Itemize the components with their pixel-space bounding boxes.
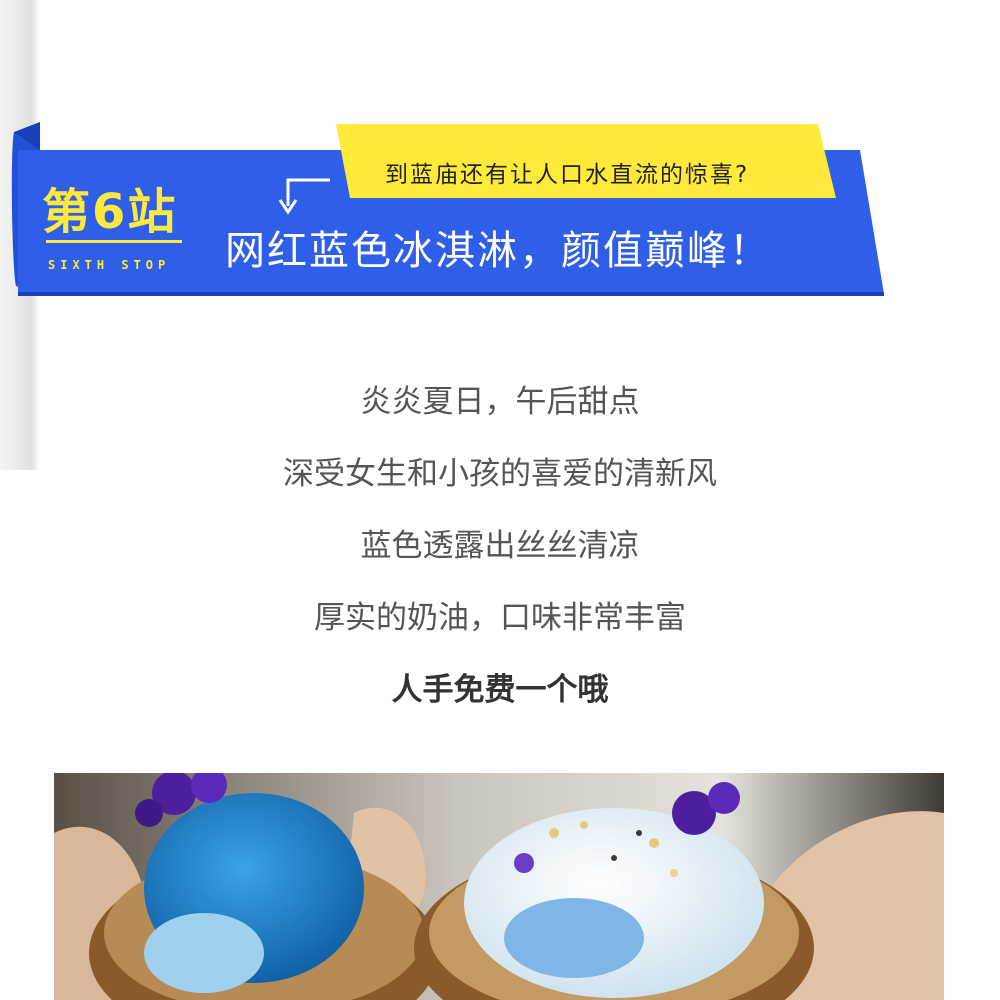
stop-banner: 第6站 SIXTH STOP 到蓝庙还有让人口水直流的惊喜? 网红蓝色冰淇淋，颜… bbox=[0, 110, 900, 310]
stop-number-label: 第6站 bbox=[42, 184, 178, 240]
banner-caption: 到蓝庙还有让人口水直流的惊喜? bbox=[385, 162, 750, 188]
intro-text-block: 炎炎夏日，午后甜点 深受女生和小孩的喜爱的清新风 蓝色透露出丝丝清凉 厚实的奶油… bbox=[0, 366, 1000, 726]
intro-line: 深受女生和小孩的喜爱的清新风 bbox=[283, 456, 717, 492]
intro-line-emphasis: 人手免费一个哦 bbox=[391, 672, 609, 708]
intro-line: 炎炎夏日，午后甜点 bbox=[360, 384, 640, 420]
intro-line: 蓝色透露出丝丝清凉 bbox=[360, 528, 640, 564]
ice-cream-photo bbox=[54, 773, 944, 1000]
intro-line: 厚实的奶油，口味非常丰富 bbox=[314, 600, 686, 636]
ice-cream-illustration bbox=[54, 773, 944, 1000]
stop-label-english: SIXTH STOP bbox=[48, 258, 171, 272]
stop-label-underline bbox=[46, 240, 182, 243]
banner-headline: 网红蓝色冰淇淋，颜值巅峰！ bbox=[225, 228, 771, 274]
